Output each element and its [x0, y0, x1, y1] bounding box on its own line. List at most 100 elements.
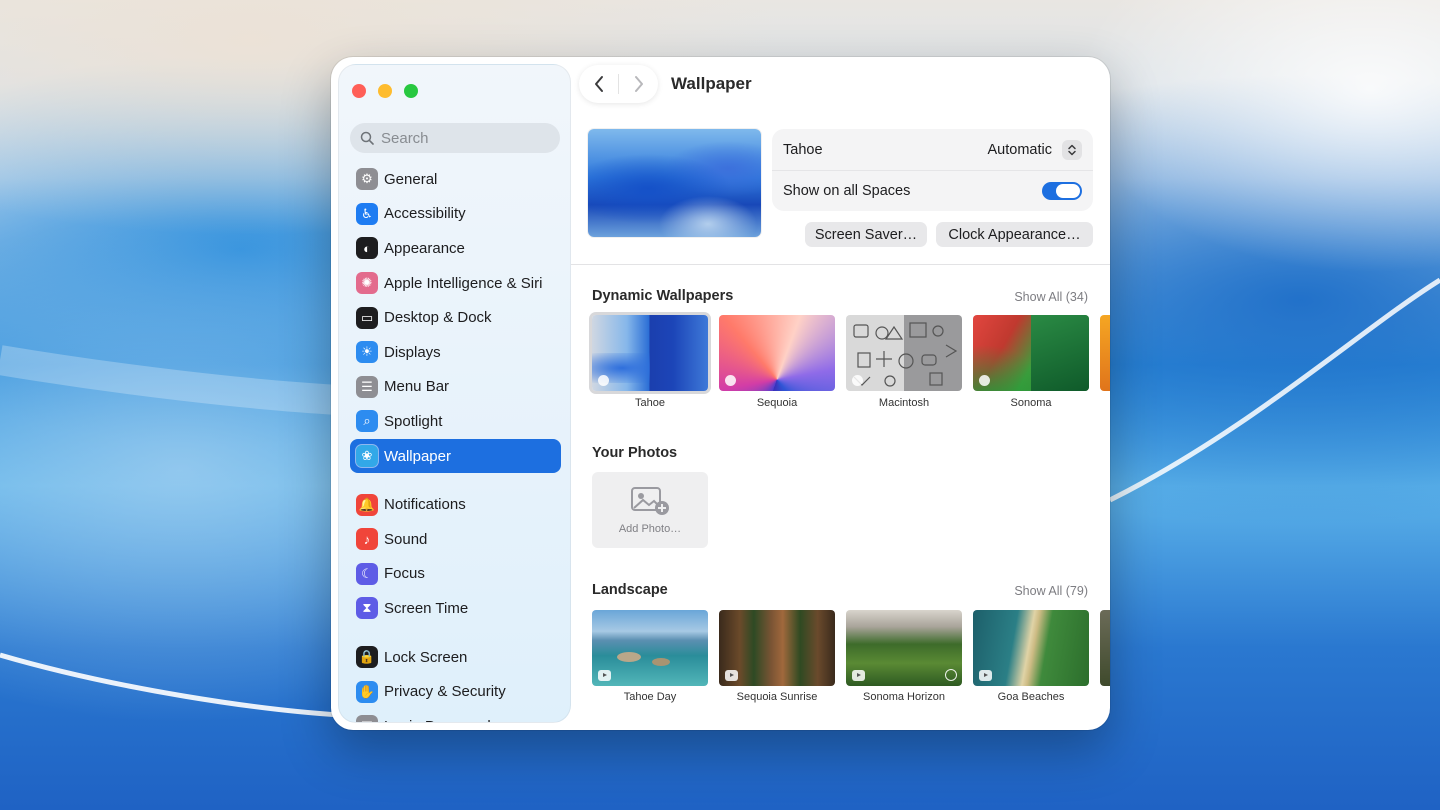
- sidebar-item-lock-screen[interactable]: 🔒 Lock Screen: [350, 640, 561, 675]
- thumb-label: Macintosh: [878, 397, 930, 409]
- bell-icon: 🔔: [356, 493, 378, 516]
- sidebar-item-label: Apple Intelligence & Siri: [384, 274, 543, 292]
- sidebar-item-wallpaper[interactable]: ❀ Wallpaper: [350, 438, 561, 474]
- sidebar-search[interactable]: [350, 123, 560, 153]
- sidebar-item-sound[interactable]: ♪ Sound: [350, 522, 561, 557]
- mode-popup-button[interactable]: [1062, 139, 1082, 160]
- search-input[interactable]: [381, 129, 551, 147]
- updown-chevron-icon: [1068, 144, 1076, 155]
- lock-icon: 🔒: [356, 646, 378, 669]
- speaker-icon: ♪: [356, 528, 378, 551]
- clock-appearance-button[interactable]: Clock Appearance…: [936, 222, 1093, 247]
- back-button[interactable]: [579, 65, 618, 103]
- thumb-label: Sequoia: [756, 397, 798, 409]
- wallpaper-icon: ❀: [356, 445, 378, 468]
- thumb-art: [1031, 315, 1089, 391]
- thumb-art: [617, 652, 641, 662]
- screen-saver-button[interactable]: Screen Saver…: [805, 222, 927, 247]
- siri-icon: ✺: [356, 272, 378, 295]
- sidebar-item-focus[interactable]: ☾ Focus: [350, 557, 561, 592]
- sidebar-item-notifications[interactable]: 🔔 Notifications: [350, 487, 561, 522]
- dynamic-badge-icon: [598, 375, 609, 386]
- dynamic-show-all-link[interactable]: Show All (34): [1014, 290, 1088, 304]
- download-icon[interactable]: [945, 669, 957, 681]
- sidebar-item-label: Spotlight: [384, 412, 443, 430]
- landscape-show-all-link[interactable]: Show All (79): [1014, 584, 1088, 598]
- sidebar-item-apple-intelligence-siri[interactable]: ✺ Apple Intelligence & Siri: [350, 266, 561, 301]
- wallpaper-mode-row[interactable]: Tahoe Automatic: [772, 129, 1093, 170]
- moon-icon: ☾: [356, 562, 378, 585]
- wallpaper-thumb-partial[interactable]: [1100, 315, 1110, 391]
- mode-value: Automatic: [987, 141, 1052, 158]
- section-divider: [571, 264, 1110, 265]
- wallpaper-thumb-sequoia[interactable]: [719, 315, 835, 391]
- sidebar-item-label: Sound: [384, 530, 428, 548]
- gear-icon: ⚙: [356, 168, 378, 191]
- settings-window: ⚙ General ♿ Accessibility ◐ Appearance ✺ Apple …: [331, 57, 1110, 730]
- wallpaper-thumb-sonoma[interactable]: [973, 315, 1089, 391]
- sidebar-item-label: Privacy & Security: [384, 683, 506, 701]
- chevron-right-icon: [634, 76, 643, 92]
- search-icon: [360, 131, 374, 145]
- add-photo-label: Add Photo…: [618, 522, 682, 535]
- thumb-label: Sequoia Sunrise: [736, 691, 818, 703]
- sidebar-item-spotlight[interactable]: ⌕ Spotlight: [350, 404, 561, 439]
- sidebar-item-login-password[interactable]: ⚿ Login Password: [350, 709, 561, 722]
- sidebar-item-label: Screen Time: [384, 599, 469, 617]
- add-photo-button[interactable]: Add Photo…: [592, 472, 708, 548]
- show-all-spaces-toggle[interactable]: [1042, 182, 1082, 200]
- sidebar-item-menu-bar[interactable]: ☰ Menu Bar: [350, 370, 561, 405]
- sidebar-item-privacy-security[interactable]: ✋ Privacy & Security: [350, 674, 561, 709]
- landscape-thumb-sequoia-sunrise[interactable]: [719, 610, 835, 686]
- dynamic-badge-icon: [725, 375, 736, 386]
- sidebar-item-accessibility[interactable]: ♿ Accessibility: [350, 197, 561, 232]
- sidebar-item-label: Login Password: [384, 718, 491, 722]
- hourglass-icon: ⧗: [356, 597, 378, 620]
- play-badge-icon: [979, 670, 992, 681]
- thumb-art: [652, 658, 670, 666]
- dynamic-badge-icon: [852, 375, 863, 386]
- sidebar-item-label: General: [384, 170, 438, 188]
- landscape-thumb-tahoe-day[interactable]: [592, 610, 708, 686]
- sidebar-nav: ⚙ General ♿ Accessibility ◐ Appearance ✺ Apple …: [350, 162, 561, 722]
- sidebar-item-label: Desktop & Dock: [384, 309, 492, 327]
- key-icon: ⚿: [356, 715, 378, 722]
- sidebar-item-label: Accessibility: [384, 205, 466, 223]
- your-photos-heading: Your Photos: [592, 445, 678, 461]
- hand-icon: ✋: [356, 680, 378, 703]
- landscape-thumb-sonoma-horizon[interactable]: [846, 610, 962, 686]
- wallpaper-settings: Tahoe Automatic Show on all Spaces: [772, 129, 1093, 211]
- landscape-thumb-goa-beaches[interactable]: [973, 610, 1089, 686]
- thumb-label: Goa Beaches: [997, 691, 1065, 703]
- add-photo-icon: [631, 486, 669, 515]
- sidebar-item-label: Displays: [384, 343, 441, 361]
- play-badge-icon: [852, 670, 865, 681]
- landscape-thumb-partial[interactable]: [1100, 610, 1110, 686]
- dynamic-wallpapers-heading: Dynamic Wallpapers: [592, 288, 734, 304]
- close-window-button[interactable]: [352, 84, 366, 98]
- sidebar-item-screen-time[interactable]: ⧗ Screen Time: [350, 591, 561, 626]
- show-all-spaces-label: Show on all Spaces: [783, 183, 911, 199]
- dock-icon: ▭: [356, 306, 378, 329]
- accessibility-icon: ♿: [356, 202, 378, 225]
- minimize-window-button[interactable]: [378, 84, 392, 98]
- maximize-window-button[interactable]: [404, 84, 418, 98]
- wallpaper-thumb-macintosh[interactable]: [846, 315, 962, 391]
- sidebar-item-displays[interactable]: ☀ Displays: [350, 335, 561, 370]
- landscape-heading: Landscape: [592, 582, 668, 598]
- sidebar-item-label: Menu Bar: [384, 378, 450, 396]
- sidebar-item-label: Lock Screen: [384, 648, 468, 666]
- sidebar-item-label: Wallpaper: [384, 447, 451, 465]
- thumb-label: Sonoma Horizon: [863, 691, 945, 703]
- wallpaper-thumb-tahoe[interactable]: [592, 315, 708, 391]
- forward-button[interactable]: [619, 65, 658, 103]
- sidebar-item-general[interactable]: ⚙ General: [350, 162, 561, 197]
- sidebar: ⚙ General ♿ Accessibility ◐ Appearance ✺ Apple …: [338, 64, 571, 723]
- doodle-pattern: [853, 322, 958, 387]
- page-title: Wallpaper: [671, 74, 752, 93]
- sidebar-group: 🔒 Lock Screen ✋ Privacy & Security ⚿ Login Pa…: [350, 640, 561, 722]
- sidebar-item-desktop-dock[interactable]: ▭ Desktop & Dock: [350, 300, 561, 335]
- sidebar-item-appearance[interactable]: ◐ Appearance: [350, 231, 561, 266]
- thumb-label: Tahoe Day: [623, 691, 677, 703]
- sidebar-item-label: Appearance: [384, 239, 465, 257]
